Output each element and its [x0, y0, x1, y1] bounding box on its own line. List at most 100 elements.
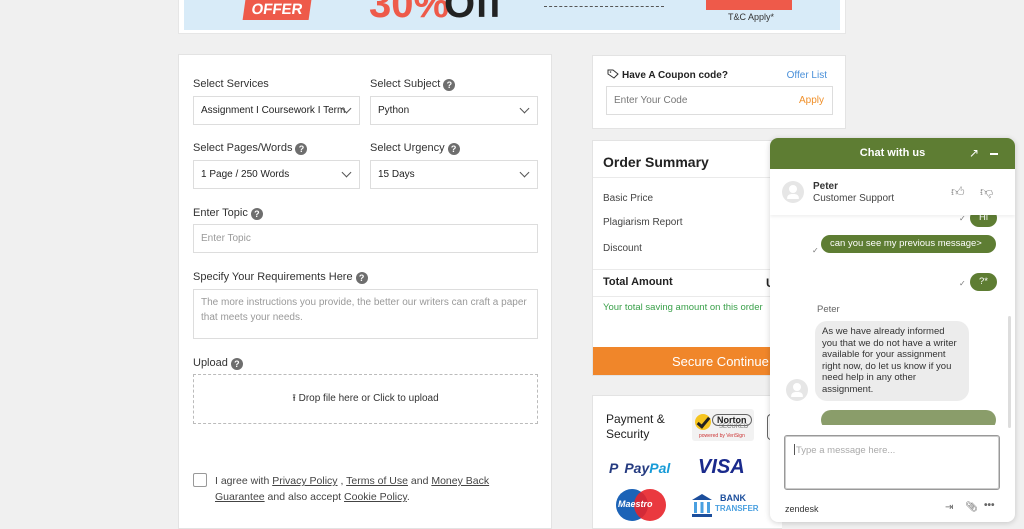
help-icon[interactable]: ? — [447, 143, 460, 155]
bank-text: BANK — [720, 493, 746, 503]
agree-and: and — [407, 475, 432, 487]
thumbs-up-icon[interactable]: 👍︎ — [951, 184, 965, 200]
help-icon[interactable]: ? — [443, 79, 456, 91]
paypal-pay: Pay — [624, 460, 650, 476]
urgency-label-text: Select Urgency — [370, 142, 445, 154]
agent-role: Customer Support — [813, 193, 895, 204]
services-label: Select Services — [193, 78, 269, 90]
saving-text: Your total saving amount on this order — [603, 302, 763, 313]
discount-label: Discount — [603, 243, 642, 254]
coupon-input[interactable]: Enter Your Code Apply — [606, 86, 833, 115]
message-placeholder: Type a message here... — [796, 445, 896, 456]
thumbs-down-icon[interactable]: 👎︎ — [980, 184, 993, 200]
paypal-p-icon: P — [609, 460, 619, 476]
upload-text: Drop file here or Click to upload — [298, 393, 439, 404]
topic-label: Enter Topic? — [193, 207, 263, 220]
upload-label: Upload? — [193, 357, 243, 370]
topic-input[interactable]: Enter Topic — [193, 224, 538, 253]
chevron-down-icon — [519, 103, 530, 114]
message-bubble-partial — [821, 410, 996, 425]
coupon-code-box — [544, 6, 664, 7]
coupon-placeholder: Enter Your Code — [614, 95, 688, 106]
agent-name: Peter — [813, 181, 839, 192]
norton-check-icon — [695, 414, 711, 430]
upload-dropzone[interactable]: ⭱ Drop file here or Click to upload — [193, 374, 538, 424]
payment-security-title: Payment & Security — [606, 412, 665, 442]
chat-header: Chat with us ↗ — [770, 138, 1015, 169]
payment-title-line2: Security — [606, 427, 650, 441]
requirements-label-text: Specify Your Requirements Here — [193, 271, 353, 283]
pages-label: Select Pages/Words? — [193, 142, 308, 155]
coupon-card: Have A Coupon code? Offer List Enter You… — [592, 55, 846, 129]
agree-text: I agree with Privacy Policy , Terms of U… — [215, 473, 515, 505]
apply-button[interactable]: Apply — [799, 87, 824, 114]
maestro-text: Maestro — [618, 499, 653, 509]
message-bubble: Hi — [970, 215, 997, 227]
chevron-down-icon — [341, 167, 352, 178]
bank-transfer-logo: BANK TRANSFER — [690, 492, 759, 518]
delivered-icon: ✓ — [959, 215, 966, 223]
requirements-textarea[interactable]: The more instructions you provide, the b… — [193, 289, 538, 339]
attachment-icon[interactable]: 📎︎ — [965, 502, 978, 513]
pages-value: 1 Page / 250 Words — [201, 169, 290, 180]
promo-banner-image: OFFER 30% Off T&C Apply* — [184, 0, 840, 30]
text-caret — [794, 444, 795, 455]
message-bubble: As we have already informed you that we … — [815, 321, 969, 401]
agree-prefix: I agree with — [215, 475, 273, 487]
promo-banner[interactable]: OFFER 30% Off T&C Apply* — [178, 0, 846, 34]
expand-icon[interactable]: ↗ — [969, 146, 979, 160]
end-chat-icon[interactable]: ⇥ — [945, 502, 953, 513]
offer-list-link[interactable]: Offer List — [787, 70, 827, 81]
discount-percent: 30% — [369, 0, 450, 26]
claim-offer-button[interactable] — [706, 0, 792, 10]
delivered-icon: ✓ — [959, 279, 966, 288]
chevron-down-icon — [519, 167, 530, 178]
upload-icon: ⭱ — [292, 393, 296, 404]
privacy-policy-link[interactable]: Privacy Policy — [272, 475, 337, 487]
agree-end: . — [406, 491, 410, 503]
payment-security-card: Payment & Security Norton SECURED powered… — [592, 395, 782, 529]
terms-of-use-link[interactable]: Terms of Use — [346, 475, 408, 487]
order-summary: Order Summary Basic Price Plagiarism Rep… — [592, 140, 782, 376]
paypal-logo: P PayPal — [609, 460, 670, 476]
payment-title-line1: Payment & — [606, 412, 665, 426]
norton-secured-badge: Norton SECURED powered by VeriSign — [692, 409, 754, 441]
message-list: ✓ Hi ✓ can you see my previous message> … — [770, 215, 1015, 425]
message-sender: Peter — [817, 304, 840, 315]
total-amount-label: Total Amount — [603, 276, 673, 288]
basic-price-label: Basic Price — [603, 193, 654, 204]
divider — [593, 269, 782, 270]
topic-label-text: Enter Topic — [193, 207, 248, 219]
chat-scrollbar[interactable] — [1008, 316, 1011, 428]
chat-widget: Chat with us ↗ Peter Customer Support 👍︎… — [770, 138, 1015, 522]
message-bubble: can you see my previous message> — [821, 235, 996, 253]
subject-select[interactable]: Python — [370, 96, 538, 125]
secure-continue-button[interactable]: Secure Continue — [593, 347, 782, 375]
pages-label-text: Select Pages/Words — [193, 142, 293, 154]
services-select[interactable]: Assignment I Coursework I Term — [193, 96, 360, 125]
transfer-text: TRANSFER — [715, 504, 759, 513]
urgency-select[interactable]: 15 Days — [370, 160, 538, 189]
cookie-policy-link[interactable]: Cookie Policy — [344, 491, 407, 503]
order-form: Select Services Assignment I Coursework … — [178, 54, 552, 529]
avatar — [786, 379, 808, 401]
plagiarism-report-label: Plagiarism Report — [603, 217, 683, 228]
help-icon[interactable]: ? — [230, 358, 243, 370]
upload-label-text: Upload — [193, 357, 228, 369]
tag-icon — [607, 69, 619, 79]
more-options-icon[interactable]: ••• — [984, 500, 995, 511]
message-bubble: ?* — [970, 273, 997, 291]
help-icon[interactable]: ? — [355, 272, 368, 284]
subject-label: Select Subject? — [370, 78, 456, 91]
agree-also: and also accept — [264, 491, 345, 503]
message-input[interactable]: Type a message here... — [784, 435, 1000, 490]
avatar — [782, 181, 804, 203]
pages-select[interactable]: 1 Page / 250 Words — [193, 160, 360, 189]
minimize-icon[interactable] — [990, 153, 998, 155]
help-icon[interactable]: ? — [250, 208, 263, 220]
zendesk-logo: zendesk — [785, 504, 819, 514]
help-icon[interactable]: ? — [295, 143, 308, 155]
subject-value: Python — [378, 105, 410, 116]
agree-checkbox[interactable] — [193, 473, 207, 487]
visa-logo: VISA — [698, 456, 745, 478]
